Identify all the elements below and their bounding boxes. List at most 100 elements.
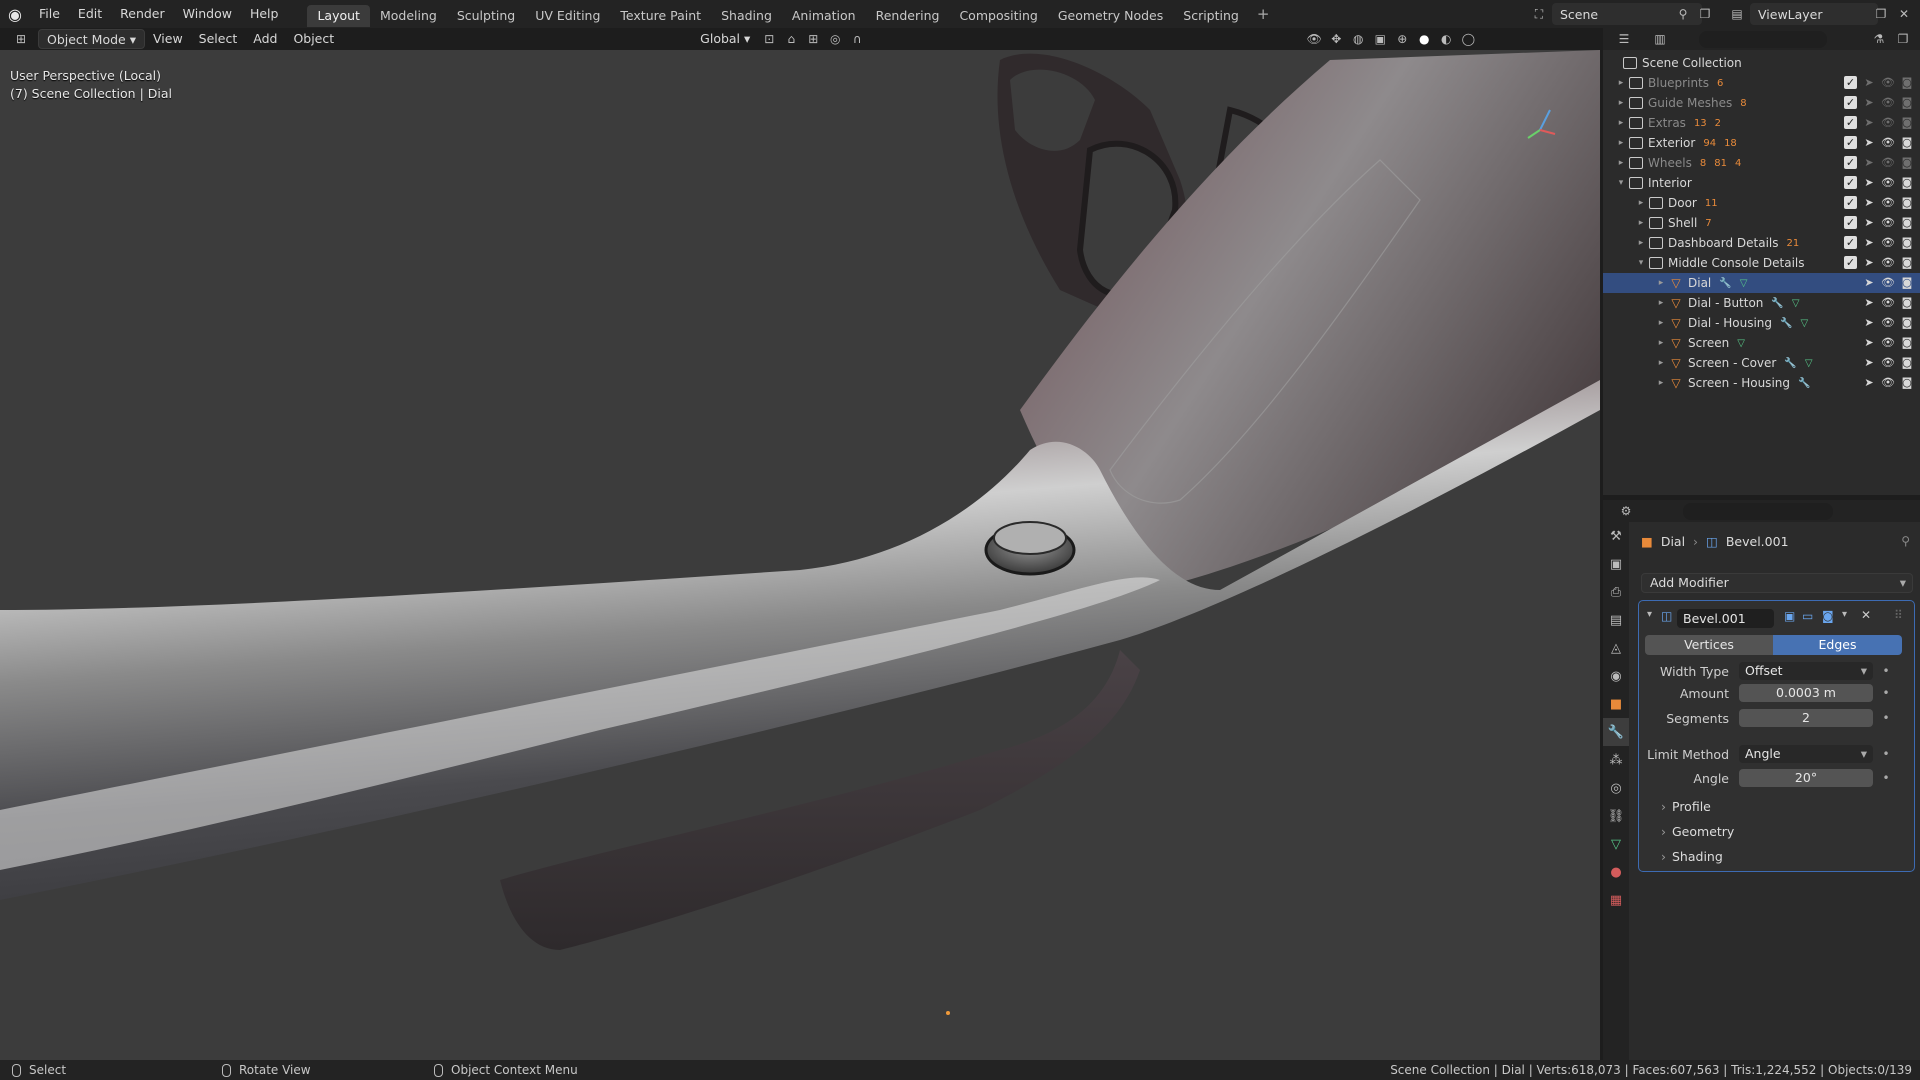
menu-view[interactable]: View: [145, 29, 191, 49]
expand-closed-icon[interactable]: ▸: [1615, 158, 1627, 168]
modifier-menu-icon[interactable]: ▾: [1842, 609, 1847, 620]
render-toggle-icon[interactable]: ◙: [1900, 96, 1914, 109]
select-toggle-icon[interactable]: ➤: [1862, 276, 1876, 289]
keyframe-dot-icon[interactable]: •: [1879, 686, 1893, 700]
menu-file[interactable]: File: [30, 0, 69, 28]
outliner-scene-collection[interactable]: Scene Collection: [1603, 53, 1920, 73]
outliner-row[interactable]: ▸ Dashboard Details 21 ✓ ➤ 👁 ◙: [1603, 233, 1920, 253]
render-toggle-icon[interactable]: ◙: [1900, 256, 1914, 269]
render-toggle-icon[interactable]: ◙: [1900, 276, 1914, 289]
modifier-tab-icon[interactable]: 🔧: [1603, 718, 1629, 746]
mode-selector[interactable]: Object Mode ▾: [38, 29, 145, 49]
render-toggle-icon[interactable]: ◙: [1900, 176, 1914, 189]
view-layer-icon[interactable]: ▤: [1726, 3, 1748, 25]
tab-texture-paint[interactable]: Texture Paint: [610, 5, 711, 27]
overlay-icon[interactable]: ◍: [1347, 28, 1369, 50]
exclude-checkbox[interactable]: [1844, 316, 1857, 329]
tab-shading[interactable]: Shading: [711, 5, 782, 27]
select-toggle-icon[interactable]: ➤: [1862, 336, 1876, 349]
render-toggle-icon[interactable]: ◙: [1900, 76, 1914, 89]
drag-handle-icon[interactable]: ⠿: [1894, 608, 1903, 622]
menu-object[interactable]: Object: [285, 29, 342, 49]
display-mode-icon[interactable]: ▥: [1649, 28, 1671, 50]
exclude-checkbox[interactable]: ✓: [1844, 136, 1857, 149]
expand-open-icon[interactable]: ▾: [1615, 178, 1627, 188]
new-scene-icon[interactable]: ❐: [1694, 3, 1716, 25]
pin-icon[interactable]: ⚲: [1672, 3, 1694, 25]
outliner-row[interactable]: ▸ ▽ Screen - Cover 🔧 ▽ ➤ 👁 ◙: [1603, 353, 1920, 373]
eye-icon[interactable]: 👁: [1881, 176, 1895, 189]
expand-closed-icon[interactable]: ▸: [1655, 358, 1667, 368]
scene-tab-icon[interactable]: ◬: [1603, 634, 1629, 662]
3d-viewport[interactable]: User Perspective (Local) (7) Scene Colle…: [0, 50, 1600, 1060]
realtime-icon[interactable]: ▭: [1802, 609, 1813, 623]
select-toggle-icon[interactable]: ➤: [1862, 116, 1876, 129]
render-toggle-icon[interactable]: ◙: [1900, 316, 1914, 329]
expand-closed-icon[interactable]: ▸: [1655, 278, 1667, 288]
filter-icon[interactable]: ⚗: [1868, 28, 1890, 50]
outliner-row[interactable]: ▸ Door 11 ✓ ➤ 👁 ◙: [1603, 193, 1920, 213]
view-layer-selector[interactable]: ViewLayer: [1750, 3, 1878, 25]
menu-render[interactable]: Render: [111, 0, 174, 28]
exclude-checkbox[interactable]: ✓: [1844, 196, 1857, 209]
select-toggle-icon[interactable]: ➤: [1862, 176, 1876, 189]
keyframe-dot-icon[interactable]: •: [1879, 771, 1893, 785]
exclude-checkbox[interactable]: [1844, 276, 1857, 289]
editor-type-icon[interactable]: ⊞: [10, 28, 32, 50]
xray-icon[interactable]: ▣: [1369, 28, 1391, 50]
render-toggle-icon[interactable]: ◙: [1900, 236, 1914, 249]
exclude-checkbox[interactable]: ✓: [1844, 96, 1857, 109]
transform-orientation-selector[interactable]: Global ▾: [692, 29, 758, 49]
particles-tab-icon[interactable]: ⁂: [1603, 746, 1629, 774]
output-tab-icon[interactable]: ⎙: [1603, 578, 1629, 606]
snap-target-icon[interactable]: ⊞: [802, 28, 824, 50]
outliner-search-input[interactable]: [1699, 31, 1827, 48]
rendered-shading-icon[interactable]: ◯: [1457, 28, 1479, 50]
exclude-checkbox[interactable]: [1844, 376, 1857, 389]
pivot-point-icon[interactable]: ⊡: [758, 28, 780, 50]
outliner-row[interactable]: ▸ Exterior 94 18 ✓ ➤ 👁 ◙: [1603, 133, 1920, 153]
exclude-checkbox[interactable]: ✓: [1844, 216, 1857, 229]
texture-tab-icon[interactable]: ▦: [1603, 886, 1629, 914]
select-toggle-icon[interactable]: ➤: [1862, 76, 1876, 89]
edit-mode-icon[interactable]: ▣: [1784, 609, 1795, 623]
render-toggle-icon[interactable]: ◙: [1900, 376, 1914, 389]
eye-icon[interactable]: 👁: [1881, 96, 1895, 109]
affect-edges-button[interactable]: Edges: [1773, 635, 1902, 655]
eye-icon[interactable]: 👁: [1881, 156, 1895, 169]
physics-tab-icon[interactable]: ◎: [1603, 774, 1629, 802]
select-toggle-icon[interactable]: ➤: [1862, 216, 1876, 229]
render-toggle-icon[interactable]: ◙: [1900, 356, 1914, 369]
select-toggle-icon[interactable]: ➤: [1862, 156, 1876, 169]
render-toggle-icon[interactable]: ◙: [1900, 196, 1914, 209]
collapse-chevron-icon[interactable]: ▾: [1647, 609, 1652, 620]
expand-closed-icon[interactable]: ▸: [1655, 338, 1667, 348]
tab-uv-editing[interactable]: UV Editing: [525, 5, 610, 27]
new-view-layer-icon[interactable]: ❐: [1870, 3, 1892, 25]
properties-editor-icon[interactable]: ⚙: [1615, 500, 1637, 522]
select-toggle-icon[interactable]: ➤: [1862, 316, 1876, 329]
world-tab-icon[interactable]: ◉: [1603, 662, 1629, 690]
menu-add[interactable]: Add: [245, 29, 285, 49]
eye-icon[interactable]: 👁: [1881, 76, 1895, 89]
select-toggle-icon[interactable]: ➤: [1862, 96, 1876, 109]
eye-icon[interactable]: 👁: [1881, 236, 1895, 249]
expand-closed-icon[interactable]: ▸: [1615, 98, 1627, 108]
outliner-row[interactable]: ▸ ▽ Screen ▽ ➤ 👁 ◙: [1603, 333, 1920, 353]
select-toggle-icon[interactable]: ➤: [1862, 376, 1876, 389]
view-layer-tab-icon[interactable]: ▤: [1603, 606, 1629, 634]
select-toggle-icon[interactable]: ➤: [1862, 236, 1876, 249]
outliner-row[interactable]: ▸ Guide Meshes 8 ✓ ➤ 👁 ◙: [1603, 93, 1920, 113]
scene-browse-icon[interactable]: ⛶: [1528, 3, 1550, 25]
render-toggle-icon[interactable]: ◙: [1900, 116, 1914, 129]
gizmo-icon[interactable]: ✥: [1325, 28, 1347, 50]
eye-icon[interactable]: 👁: [1881, 336, 1895, 349]
falloff-icon[interactable]: ∩: [846, 28, 868, 50]
eye-icon[interactable]: 👁: [1881, 216, 1895, 229]
tab-sculpting[interactable]: Sculpting: [447, 5, 525, 27]
outliner-row[interactable]: ▸ ▽ Screen - Housing 🔧 ➤ 👁 ◙: [1603, 373, 1920, 393]
snap-icon[interactable]: ⌂: [780, 28, 802, 50]
outliner-row[interactable]: ▸ Blueprints 6 ✓ ➤ 👁 ◙: [1603, 73, 1920, 93]
modifier-name-input[interactable]: Bevel.001: [1677, 609, 1774, 628]
exclude-checkbox[interactable]: ✓: [1844, 236, 1857, 249]
